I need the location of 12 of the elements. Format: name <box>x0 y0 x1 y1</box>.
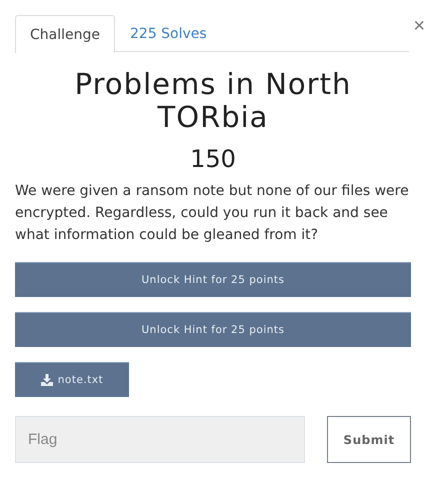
download-icon <box>40 374 53 386</box>
file-download-button[interactable]: note.txt <box>15 362 129 397</box>
challenge-title: Problems in North TORbia <box>74 68 352 134</box>
challenge-description: We were given a ransom note but none of our files were encrypted. Regardless, could you run it back and see what information could be gleaned from it? <box>15 182 410 245</box>
close-button[interactable]: × <box>413 15 425 37</box>
tab[interactable]: Challenge <box>15 15 115 53</box>
unlock-hint-button[interactable]: Unlock Hint for 25 points <box>15 312 411 347</box>
unlock-hint-button[interactable]: Unlock Hint for 25 points <box>15 262 411 297</box>
submit-button[interactable]: Submit <box>327 416 411 463</box>
tab[interactable]: 225 Solves <box>115 15 222 52</box>
points-value: 150 <box>189 144 237 174</box>
flag-input[interactable]: Flag <box>15 416 305 463</box>
